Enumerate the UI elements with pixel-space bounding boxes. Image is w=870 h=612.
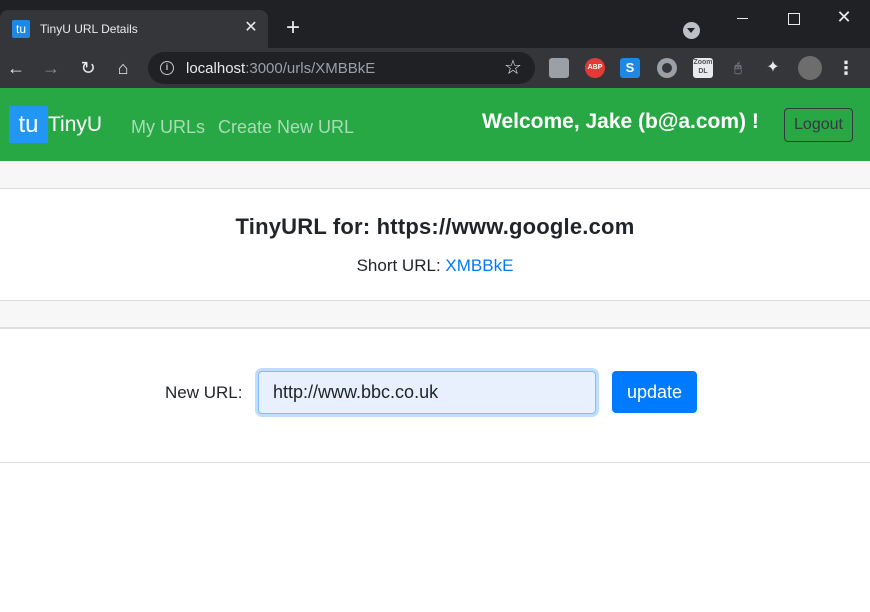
new-tab-icon[interactable]: + [281, 16, 305, 40]
address-bar[interactable]: i localhost:3000/urls/XMBBkE ☆ [148, 52, 535, 84]
card-header-spacer [0, 161, 870, 189]
nav-link-my-urls[interactable]: My URLs [131, 117, 205, 138]
brand-name[interactable]: TinyU [48, 113, 102, 137]
bookmark-star-icon[interactable]: ☆ [504, 56, 522, 80]
short-url-label: Short URL: [356, 256, 446, 275]
extension-circle-icon[interactable] [657, 58, 677, 78]
brand-logo[interactable]: tu [9, 106, 48, 143]
url-path: :3000/urls/XMBBkE [245, 60, 376, 77]
short-url-line: Short URL: XMBBkE [0, 256, 870, 276]
browser-toolbar: ← → ↻ ⌂ i localhost:3000/urls/XMBBkE ☆ A… [0, 48, 870, 88]
forward-arrow-icon[interactable]: → [39, 56, 63, 80]
home-icon[interactable]: ⌂ [111, 56, 135, 80]
app-navbar: tu TinyU My URLs Create New URL Welcome,… [0, 88, 870, 161]
browser-tabstrip: tu TinyU URL Details ✕ + ✕ [0, 0, 870, 48]
extension-1-icon[interactable] [549, 58, 569, 78]
update-url-form: New URL: update [0, 330, 870, 463]
tab-search-icon[interactable] [683, 22, 700, 39]
welcome-message: Welcome, Jake (b@a.com) ! [482, 110, 759, 133]
address-url[interactable]: localhost:3000/urls/XMBBkE [186, 60, 375, 77]
window-maximize-icon[interactable] [770, 4, 816, 32]
tab-title: TinyU URL Details [40, 22, 138, 36]
short-url-link[interactable]: XMBBkE [445, 256, 513, 275]
zoom-dl-icon[interactable]: Zoom DL [693, 58, 713, 78]
extensions-puzzle-icon[interactable]: ✦ [763, 58, 783, 78]
new-url-input[interactable] [258, 371, 596, 414]
tinyurl-title: TinyURL for: https://www.google.com [235, 214, 635, 239]
browser-tab[interactable]: tu TinyU URL Details ✕ [0, 10, 268, 48]
window-close-icon[interactable]: ✕ [821, 4, 867, 32]
back-arrow-icon[interactable]: ← [4, 56, 28, 80]
new-url-label: New URL: [165, 383, 243, 402]
url-host: localhost [186, 60, 246, 77]
url-details-card [0, 190, 870, 300]
update-button[interactable]: update [612, 371, 697, 413]
tab-close-icon[interactable]: ✕ [243, 18, 259, 38]
browser-menu-icon[interactable]: ⋮ [836, 56, 856, 80]
nav-link-create-new-url[interactable]: Create New URL [218, 117, 354, 138]
site-info-icon[interactable]: i [160, 61, 174, 75]
tab-favicon-icon: tu [12, 20, 30, 38]
window-minimize-icon[interactable] [720, 4, 766, 32]
mouse-icon[interactable]: 🖰 [728, 58, 748, 78]
card-footer-spacer [0, 300, 870, 329]
reload-icon[interactable]: ↻ [76, 56, 100, 80]
extension-s-icon[interactable]: S [620, 58, 640, 78]
logout-button[interactable]: Logout [784, 108, 853, 142]
adblock-plus-icon[interactable]: ABP [585, 58, 605, 78]
profile-avatar[interactable] [798, 56, 822, 80]
